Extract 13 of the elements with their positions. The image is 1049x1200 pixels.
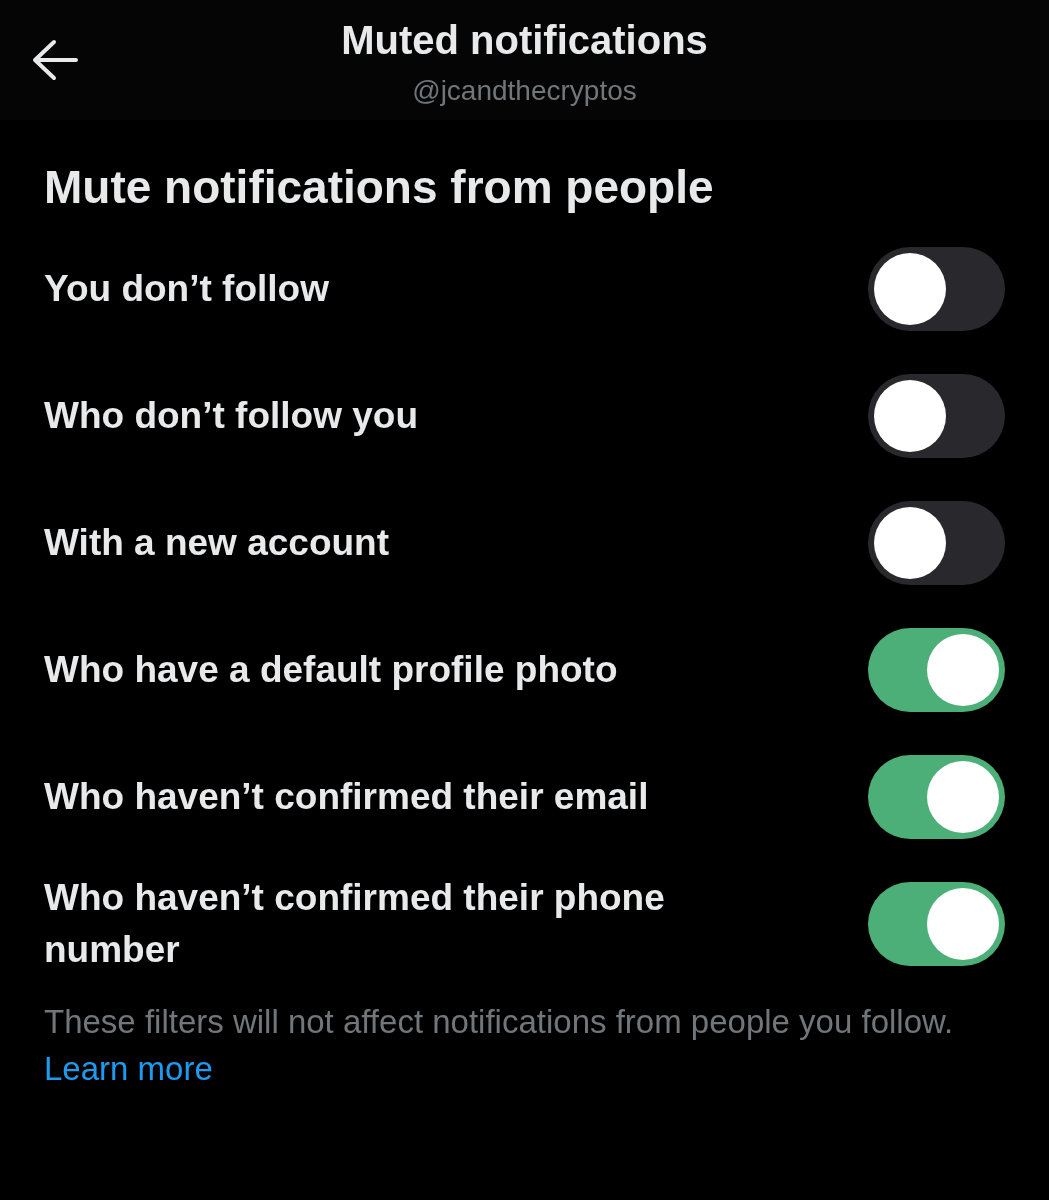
section-heading: Mute notifications from people [43,160,715,215]
option-label: With a new account [44,521,390,566]
footer-note: These filters will not affect notifications from people you follow. Learn more [43,1001,955,1089]
back-arrow-icon [30,38,80,82]
option-label: Who have a default profile photo [44,648,618,693]
option-label: Who haven’t confirmed their phone number [44,876,666,973]
account-handle: @jcandthecryptos [411,74,638,108]
page-title: Muted notifications [340,17,709,60]
back-button[interactable] [30,38,80,82]
option-label: You don’t follow [44,267,329,312]
option-label: Who haven’t confirmed their email [44,775,649,820]
option-label: Who don’t follow you [44,394,418,439]
learn-more-link[interactable]: Learn more [44,1049,213,1087]
